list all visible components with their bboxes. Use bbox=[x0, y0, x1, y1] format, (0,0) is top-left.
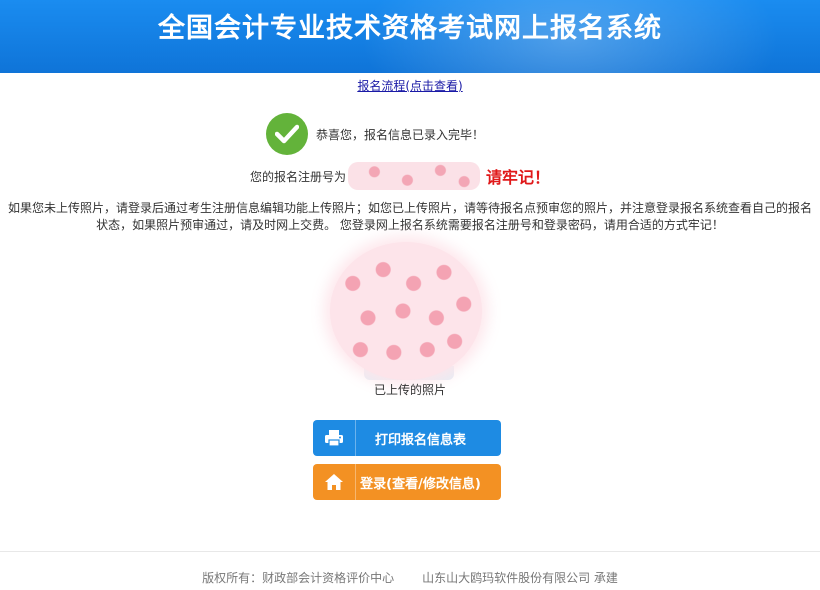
registration-label: 您的报名注册号为 bbox=[250, 169, 347, 184]
success-row: 恭喜您，报名信息已录入完毕！ bbox=[266, 113, 484, 155]
home-icon bbox=[313, 464, 356, 500]
copyright-text: 版权所有：财政部会计资格评价中心 bbox=[202, 571, 395, 585]
vendor-text: 山东山大鸥玛软件股份有限公司 承建 bbox=[422, 571, 618, 585]
printer-icon bbox=[313, 420, 356, 456]
page-footer: 版权所有：财政部会计资格评价中心 山东山大鸥玛软件股份有限公司 承建 bbox=[0, 569, 820, 586]
system-title: 全国会计专业技术资格考试网上报名系统 bbox=[158, 13, 662, 44]
uploaded-photo bbox=[322, 236, 490, 384]
check-icon bbox=[266, 113, 308, 155]
registration-row: 您的报名注册号为 请牢记！ bbox=[250, 162, 550, 190]
footer-divider bbox=[0, 551, 820, 552]
print-button-label: 打印报名信息表 bbox=[374, 432, 466, 448]
success-message: 恭喜您，报名信息已录入完毕！ bbox=[316, 127, 485, 142]
print-registration-button[interactable]: 打印报名信息表 bbox=[313, 420, 501, 456]
photo-caption: 已上传的照片 bbox=[373, 383, 446, 397]
registration-warning: 请牢记！ bbox=[486, 168, 551, 187]
login-button-label: 登录(查看/修改信息) bbox=[360, 476, 481, 492]
notice-text: 如果您未上传照片，请登录后通过考生注册信息编辑功能上传照片；如您已上传照片，请等… bbox=[7, 201, 812, 232]
registration-flow-link[interactable]: 报名流程(点击查看) bbox=[357, 79, 462, 93]
registration-number-mask bbox=[348, 162, 481, 190]
flow-link-row: 报名流程(点击查看) bbox=[0, 77, 820, 94]
login-button[interactable]: 登录(查看/修改信息) bbox=[313, 464, 501, 500]
photo-mask bbox=[330, 242, 482, 380]
page-header: 全国会计专业技术资格考试网上报名系统 bbox=[0, 0, 820, 73]
